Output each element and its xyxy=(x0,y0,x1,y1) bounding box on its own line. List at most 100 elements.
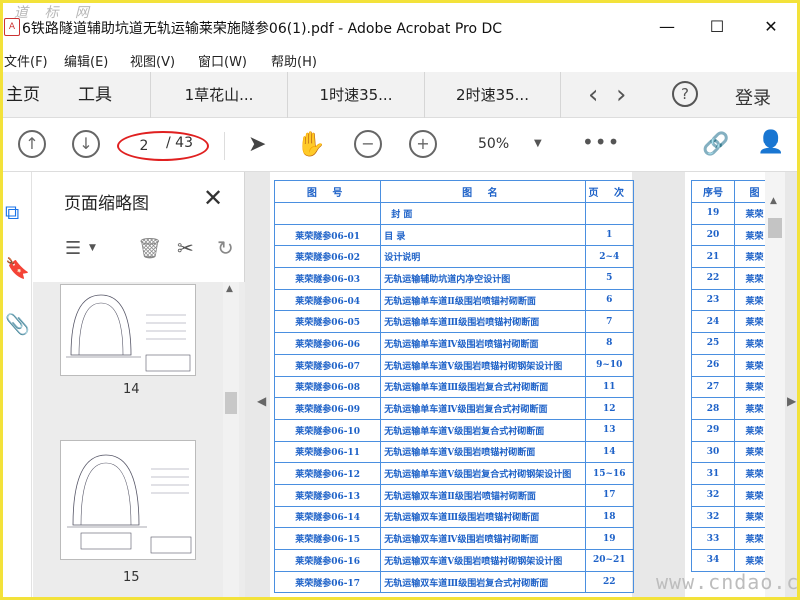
panel-title: 页面缩略图 xyxy=(64,194,149,214)
scroll-up-icon[interactable]: ▲ xyxy=(770,196,777,206)
page-thumbnail[interactable] xyxy=(60,440,196,560)
bookmark-icon[interactable]: 🔖 xyxy=(5,256,30,280)
toc-row: 莱荣隧参06-17 无轨运输双车道Ⅲ级围岩复合式衬砌断面 22 xyxy=(273,570,634,594)
toc-row: 莱荣隧参06-04 无轨运输单车道Ⅱ级围岩喷锚衬砌断面 6 xyxy=(273,288,634,312)
share-link-icon[interactable]: 🔗 xyxy=(702,132,729,157)
tab-tools[interactable]: 工具 xyxy=(78,72,112,118)
document-view: ◀ 图 号图 名页 次封 面莱荣隧参06-01 目 录 1 莱荣隧参06-02 设计说明… xyxy=(245,172,800,600)
toc-table-right: 序号图 19 莱荣 20 莱荣 21 莱荣 22 莱荣 23 莱荣 24 莱荣 25 莱荣 26 莱荣 27 莱荣 2… xyxy=(690,180,775,572)
thumbnail-scrollbar[interactable]: ▲ xyxy=(223,282,239,600)
chevron-left-icon[interactable]: ‹ xyxy=(588,80,598,110)
toc-cell: 29 xyxy=(690,418,736,442)
toc-row: 23 莱荣 xyxy=(690,288,775,312)
rotate-page-icon[interactable]: ↻ xyxy=(217,236,234,260)
toc-cell-id: 莱荣隧参06-03 xyxy=(273,267,382,290)
toc-cell-page: 18 xyxy=(584,505,634,529)
menu-window[interactable]: 窗口(W) xyxy=(198,51,247,70)
scrollbar-thumb[interactable] xyxy=(768,218,782,238)
red-annotation-ellipse xyxy=(117,131,209,161)
scrollbar-thumb[interactable] xyxy=(225,392,237,414)
toc-cell-name: 封 面 xyxy=(380,202,586,225)
zoom-in-icon[interactable]: + xyxy=(409,130,437,158)
toc-cell-page: 14 xyxy=(584,440,634,464)
toc-cell-page: 2~4 xyxy=(584,245,634,269)
chevron-right-icon[interactable]: ▶ xyxy=(787,394,796,408)
toc-row: 莱荣隧参06-03 无轨运输辅助坑道内净空设计图 5 xyxy=(273,267,634,290)
previous-page-icon[interactable]: ↑ xyxy=(18,130,46,158)
toc-row: 莱荣隧参06-16 无轨运输双车道Ⅴ级围岩喷锚衬砌钢架设计图 20~21 xyxy=(273,549,634,572)
chevron-right-icon[interactable]: › xyxy=(616,80,626,110)
menu-bar: 文件(F) 编辑(E) 视图(V) 窗口(W) 帮助(H) xyxy=(0,46,800,72)
toolbar-divider xyxy=(224,132,225,160)
toc-cell-id: 莱荣隧参06-02 xyxy=(273,245,382,269)
pdf-page: 图 号图 名页 次封 面莱荣隧参06-01 目 录 1 莱荣隧参06-02 设计说明 2~… xyxy=(270,172,634,600)
toc-cell-page: 6 xyxy=(584,288,634,312)
page-thumbnail[interactable] xyxy=(60,284,196,376)
toc-cell-id: 莱荣隧参06-01 xyxy=(273,223,382,247)
toc-cell-name: 无轨运输双车道Ⅴ级围岩喷锚衬砌钢架设计图 xyxy=(380,549,586,572)
menu-file[interactable]: 文件(F) xyxy=(4,51,48,70)
next-page-icon[interactable]: ↓ xyxy=(72,130,100,158)
scroll-up-icon[interactable]: ▲ xyxy=(226,284,233,294)
toc-row: 32 莱荣 xyxy=(690,483,775,507)
toc-header-cell: 图 号 xyxy=(273,180,382,203)
maximize-button[interactable]: ☐ xyxy=(694,14,740,40)
options-menu-icon[interactable]: ☰ xyxy=(65,238,81,259)
left-rail: ⧉ 🔖 📎 xyxy=(0,172,32,600)
menu-edit[interactable]: 编辑(E) xyxy=(64,51,108,70)
add-user-icon[interactable]: 👤 xyxy=(757,130,784,155)
site-watermark-url: www.cndao.com xyxy=(656,570,800,594)
toc-cell-page: 22 xyxy=(584,570,634,594)
toc-row: 33 莱荣 xyxy=(690,527,775,550)
tab-document-1[interactable]: 1草花山... xyxy=(150,72,287,118)
thumbnail-label: 14 xyxy=(123,382,140,397)
acrobat-icon: A xyxy=(4,18,20,36)
toc-cell-name: 无轨运输双车道Ⅱ级围岩喷锚衬砌断面 xyxy=(380,483,586,507)
chevron-left-icon[interactable]: ◀ xyxy=(257,394,266,408)
attachment-icon[interactable]: 📎 xyxy=(5,312,30,336)
toc-header-cell: 图 名 xyxy=(380,180,586,203)
toc-cell: 27 xyxy=(690,375,736,399)
select-cursor-icon[interactable]: ➤ xyxy=(248,132,266,157)
toc-row: 莱荣隧参06-09 无轨运输单车道Ⅳ级围岩复合式衬砌断面 12 xyxy=(273,397,634,420)
help-icon[interactable]: ? xyxy=(672,81,698,107)
chevron-down-icon[interactable]: ▼ xyxy=(534,138,542,149)
more-tools-icon[interactable]: ••• xyxy=(582,130,620,154)
toc-row: 31 莱荣 xyxy=(690,462,775,485)
delete-page-icon[interactable]: 🗑 xyxy=(137,236,162,260)
hand-tool-icon[interactable]: ✋ xyxy=(296,130,326,158)
tab-document-3[interactable]: 2时速35... xyxy=(424,72,561,118)
minimize-button[interactable]: — xyxy=(644,14,690,40)
zoom-select[interactable]: 50% xyxy=(478,136,509,152)
chevron-down-icon[interactable]: ▼ xyxy=(89,243,96,253)
page-thumbnails-icon[interactable]: ⧉ xyxy=(5,200,19,224)
document-scrollbar[interactable]: ▲ xyxy=(765,172,785,600)
toc-cell-page xyxy=(584,202,634,225)
thumbnail-label: 15 xyxy=(123,570,140,585)
menu-help[interactable]: 帮助(H) xyxy=(271,51,317,70)
close-icon[interactable]: ✕ xyxy=(203,184,223,212)
close-button[interactable]: ✕ xyxy=(748,14,794,40)
toc-cell: 22 xyxy=(690,267,736,290)
login-button[interactable]: 登录 xyxy=(735,84,771,110)
thumbnail-list: 14 15 ▲ xyxy=(33,282,245,600)
page-number-input[interactable]: 2 xyxy=(133,135,155,157)
toc-cell: 31 xyxy=(690,462,736,485)
tab-home[interactable]: 主页 xyxy=(6,72,40,118)
toc-cell-name: 无轨运输双车道Ⅲ级围岩复合式衬砌断面 xyxy=(380,570,586,594)
tab-document-2[interactable]: 1时速35... xyxy=(287,72,424,118)
toc-cell-name: 无轨运输单车道Ⅲ级围岩复合式衬砌断面 xyxy=(380,375,586,399)
toc-cell: 24 xyxy=(690,310,736,334)
title-bar: 道 标 网 A 6铁路隧道辅助坑道无轨运输莱荣施隧参06(1).pdf - Ad… xyxy=(0,0,800,46)
zoom-out-icon[interactable]: − xyxy=(354,130,382,158)
toc-cell-name: 无轨运输双车道Ⅳ级围岩喷锚衬砌断面 xyxy=(380,527,586,550)
toc-cell-id: 莱荣隧参06-06 xyxy=(273,332,382,355)
toc-cell: 34 xyxy=(690,549,736,572)
toc-row: 莱荣隧参06-13 无轨运输双车道Ⅱ级围岩喷锚衬砌断面 17 xyxy=(273,483,634,507)
toc-cell-page: 19 xyxy=(584,527,634,550)
extract-page-icon[interactable]: ✂ xyxy=(177,236,194,260)
menu-view[interactable]: 视图(V) xyxy=(130,51,175,70)
toc-cell-page: 11 xyxy=(584,375,634,399)
toc-cell-page: 5 xyxy=(584,267,634,290)
toc-cell: 26 xyxy=(690,353,736,377)
